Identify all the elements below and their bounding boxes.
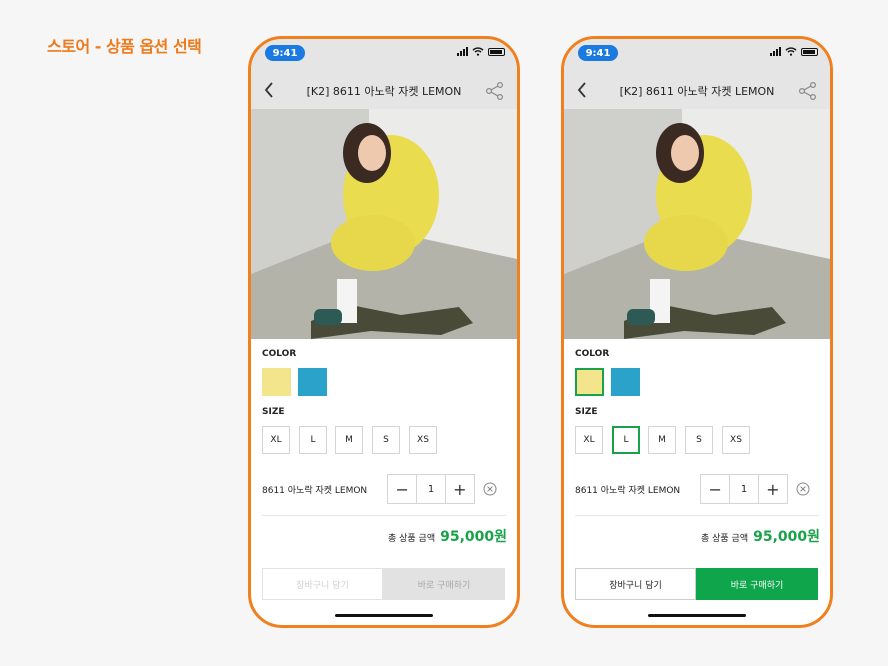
remove-item-icon[interactable]: [796, 482, 810, 496]
size-option-s[interactable]: S: [685, 426, 713, 454]
product-title: [K2] 8611 아노락 자켓 LEMON: [619, 85, 775, 98]
color-swatch-lemon[interactable]: [262, 368, 291, 396]
size-label: SIZE: [575, 407, 598, 417]
size-option-xs[interactable]: XS: [409, 426, 437, 454]
wifi-icon: [472, 47, 484, 56]
color-swatch-blue[interactable]: [611, 368, 640, 396]
chevron-left-icon: [264, 82, 273, 98]
wifi-icon: [785, 47, 797, 56]
size-option-l[interactable]: L: [299, 426, 327, 454]
quantity-increase-button[interactable]: +: [446, 475, 474, 503]
product-title: [K2] 8611 아노락 자켓 LEMON: [306, 85, 462, 98]
quantity-value[interactable]: 1: [416, 475, 446, 503]
phone-screen-default: 9:41 [K2] 8611 아노락 자켓 LEMON COLOR SIZE X…: [248, 36, 520, 628]
back-button[interactable]: [259, 79, 279, 101]
quantity-decrease-button[interactable]: −: [388, 475, 416, 503]
battery-icon: [488, 47, 505, 56]
selected-item-name: 8611 아노락 자켓 LEMON: [262, 486, 368, 496]
size-option-xs[interactable]: XS: [722, 426, 750, 454]
status-time: 9:41: [578, 45, 618, 61]
product-photo: [251, 109, 517, 339]
quantity-increase-button[interactable]: +: [759, 475, 787, 503]
page-heading: 스토어 - 상품 옵션 선택: [47, 37, 202, 56]
size-option-m[interactable]: M: [648, 426, 676, 454]
total-label: 총 상품 금액: [388, 534, 436, 544]
status-icons: [770, 47, 818, 56]
signal-icon: [770, 47, 781, 56]
home-indicator: [335, 614, 433, 617]
remove-item-icon[interactable]: [483, 482, 497, 496]
size-option-m[interactable]: M: [335, 426, 363, 454]
buy-now-button[interactable]: 바로 구매하기: [696, 568, 818, 600]
selected-item-name: 8611 아노락 자켓 LEMON: [575, 486, 681, 496]
size-option-s[interactable]: S: [372, 426, 400, 454]
share-icon[interactable]: [798, 81, 818, 101]
total-price: 95,000원: [753, 529, 820, 545]
total-label: 총 상품 금액: [701, 534, 749, 544]
size-option-xl[interactable]: XL: [575, 426, 603, 454]
color-label: COLOR: [262, 349, 297, 359]
status-icons: [457, 47, 505, 56]
quantity-stepper: − 1 +: [387, 474, 475, 504]
size-label: SIZE: [262, 407, 285, 417]
quantity-stepper: − 1 +: [700, 474, 788, 504]
chevron-left-icon: [577, 82, 586, 98]
color-swatch-blue[interactable]: [298, 368, 327, 396]
product-photo: [564, 109, 830, 339]
divider: [262, 515, 506, 516]
size-option-l[interactable]: L: [612, 426, 640, 454]
divider: [575, 515, 819, 516]
total-price: 95,000원: [440, 529, 507, 545]
color-swatch-lemon[interactable]: [575, 368, 604, 396]
size-option-xl[interactable]: XL: [262, 426, 290, 454]
color-label: COLOR: [575, 349, 610, 359]
buy-now-button[interactable]: 바로 구매하기: [383, 568, 505, 600]
battery-icon: [801, 47, 818, 56]
share-icon[interactable]: [485, 81, 505, 101]
add-to-cart-button[interactable]: 장바구니 담기: [575, 568, 696, 600]
header-bar: 9:41 [K2] 8611 아노락 자켓 LEMON: [251, 39, 517, 109]
signal-icon: [457, 47, 468, 56]
back-button[interactable]: [572, 79, 592, 101]
status-time: 9:41: [265, 45, 305, 61]
quantity-decrease-button[interactable]: −: [701, 475, 729, 503]
header-bar: 9:41 [K2] 8611 아노락 자켓 LEMON: [564, 39, 830, 109]
phone-screen-selected: 9:41 [K2] 8611 아노락 자켓 LEMON COLOR SIZE X…: [561, 36, 833, 628]
home-indicator: [648, 614, 746, 617]
add-to-cart-button[interactable]: 장바구니 담기: [262, 568, 383, 600]
quantity-value[interactable]: 1: [729, 475, 759, 503]
